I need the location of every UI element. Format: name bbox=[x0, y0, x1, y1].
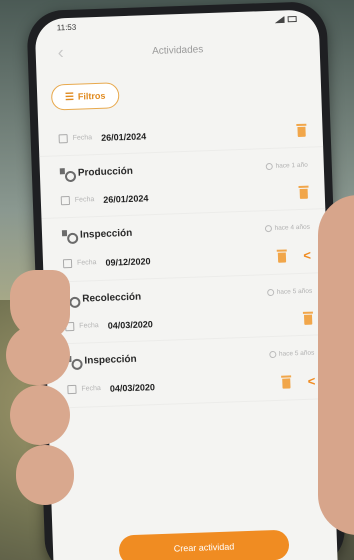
calendar-icon bbox=[62, 258, 73, 269]
activity-card[interactable]: Inspección hace 5 años Fecha 04/03/2020 bbox=[45, 335, 332, 409]
hand-finger bbox=[10, 385, 70, 445]
activity-card[interactable]: Recolección hace 5 años Fecha 04/03/2020 bbox=[43, 273, 330, 345]
trash-icon[interactable] bbox=[282, 375, 292, 388]
trash-icon[interactable] bbox=[277, 249, 287, 262]
chevron-left-icon[interactable]: ‹ bbox=[57, 42, 64, 63]
page-title: Actividades bbox=[151, 43, 204, 57]
phone: 11:53 ‹ Actividades ☰ Filtros Fecha 26/0 bbox=[26, 0, 346, 560]
trash-icon[interactable] bbox=[298, 186, 308, 199]
filter-icon: ☰ bbox=[64, 91, 75, 103]
time-ago: hace 1 año bbox=[265, 161, 308, 170]
calendar-icon bbox=[67, 384, 77, 395]
time-ago: hace 5 años bbox=[268, 349, 314, 358]
filter-label: Filtros bbox=[77, 90, 106, 102]
status-time: 11:53 bbox=[56, 22, 77, 32]
status-icons bbox=[275, 15, 297, 23]
hand-palm bbox=[318, 195, 354, 535]
clock-icon bbox=[265, 162, 273, 170]
tractor-icon bbox=[62, 230, 74, 240]
activity-title: Inspección bbox=[79, 227, 133, 241]
activity-title: Inspección bbox=[84, 353, 137, 367]
tractor-icon bbox=[60, 168, 72, 178]
activity-card[interactable]: Producción hace 1 año Fecha 26/01/2024 bbox=[39, 147, 326, 220]
trash-icon[interactable] bbox=[303, 312, 313, 325]
date-label: Fecha bbox=[74, 196, 95, 204]
date-label: Fecha bbox=[72, 134, 93, 142]
clock-icon bbox=[264, 224, 272, 232]
time-ago: hace 5 años bbox=[266, 287, 312, 296]
calendar-icon bbox=[60, 196, 71, 206]
share-icon[interactable]: < bbox=[303, 248, 311, 263]
trash-icon[interactable] bbox=[296, 124, 306, 137]
clock-icon bbox=[266, 288, 274, 296]
create-activity-button[interactable]: Crear actividad bbox=[118, 529, 290, 560]
calendar-icon bbox=[58, 134, 68, 144]
share-icon[interactable]: < bbox=[307, 374, 315, 389]
battery-icon bbox=[287, 15, 297, 23]
app-screen: 11:53 ‹ Actividades ☰ Filtros Fecha 26/0 bbox=[34, 9, 338, 560]
signal-icon bbox=[275, 16, 285, 23]
clock-icon bbox=[268, 350, 277, 358]
date-value: 26/01/2024 bbox=[100, 130, 147, 143]
date-label: Fecha bbox=[76, 259, 97, 267]
activity-card[interactable]: Inspección hace 4 años Fecha 09/12/2020 bbox=[41, 209, 328, 283]
date-label: Fecha bbox=[81, 385, 102, 393]
date-value: 09/12/2020 bbox=[105, 255, 151, 268]
date-label: Fecha bbox=[79, 322, 99, 330]
hand-finger bbox=[6, 325, 70, 385]
date-value: 26/01/2024 bbox=[103, 192, 149, 205]
filter-button[interactable]: ☰ Filtros bbox=[50, 82, 120, 111]
activity-title: Recolección bbox=[82, 291, 142, 305]
hand-finger bbox=[16, 445, 74, 505]
activity-list: Fecha 26/01/2024 Producción hace 1 año F… bbox=[38, 115, 332, 409]
time-ago: hace 4 años bbox=[264, 223, 310, 232]
date-value: 04/03/2020 bbox=[109, 381, 156, 394]
activity-title: Producción bbox=[77, 165, 134, 179]
date-value: 04/03/2020 bbox=[107, 318, 153, 331]
